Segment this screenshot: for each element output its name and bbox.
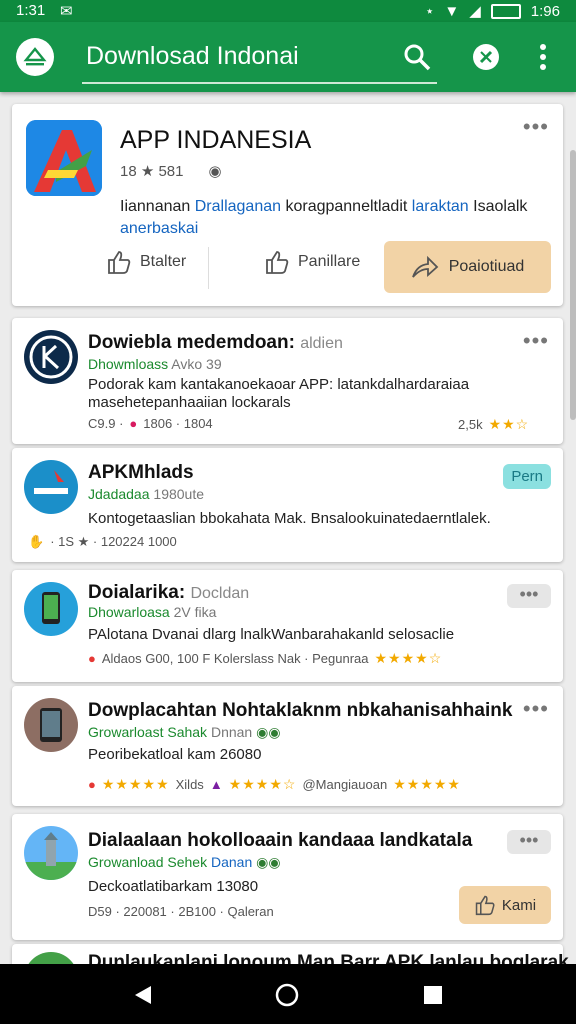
item-title: Dowiebla medemdoan: aldien [88,332,343,353]
recents-square-icon [424,986,442,1004]
globe-icon: ◉ [208,163,222,180]
item-subtitle: Dhowmloass Avko 39 [88,356,222,372]
flag-icon: ● [88,777,96,792]
list-item[interactable]: Dowiebla medemdoan: aldien ••• Dhowmloas… [12,318,563,444]
item-title: APKMhlads [88,462,194,483]
item-description: Peoribekatloal kam 26080 [88,746,262,763]
item-subtitle: Growarloast Sahak Dnnan ◉◉ [88,724,281,740]
search-icon [404,44,431,71]
item-description: Podorak kam kantakanoekaoar APP: latankd… [88,376,470,393]
thumbs-up-icon [266,251,289,274]
action-row: Btalter Panillare Poaiotiuad [12,237,563,297]
overflow-menu-button[interactable] [526,40,560,74]
app-icon [24,460,78,514]
star-rating-icon: ★★☆ [488,416,530,432]
search-underline [82,82,437,84]
app-icon [24,826,78,880]
item-footer: C9.9 · ● 1806 · 1804 [88,416,213,431]
app-logo-button[interactable] [16,38,54,76]
item-title: Doialarika: Docldan [88,582,250,603]
star-rating-icon: ★★★★★ [101,776,170,792]
item-rating: 2,5k ★★☆ [458,416,530,432]
close-circle-icon [473,44,499,70]
bluetooth-icon: ⋆ [425,3,435,20]
thumbs-up-icon [475,895,495,916]
home-circle-icon [275,983,299,1007]
flag-icon: ● [88,651,96,666]
item-subtitle: Dhowarloasa 2V fika [88,604,217,620]
download-button[interactable]: Poaiotiuad [384,241,551,293]
status-bar: 1:31 ✉ ⋆ ▼ ◢ 1:96 [0,0,576,22]
more-options-icon[interactable]: ••• [523,696,549,722]
wifi-icon: ▼ [444,2,460,20]
recents-button[interactable] [418,980,448,1010]
item-title: Dialaalaan hokolloaain kandaaa landkatal… [88,830,473,851]
kami-button[interactable]: Kami [459,886,551,924]
share-arrow-icon [411,255,438,278]
list-item[interactable]: Doialarika: Docldan ••• Dhowarloasa 2V f… [12,570,563,682]
app-meta: 18 ★ 581 ◉ [120,163,222,180]
item-subtitle: Jdadadaa 1980ute [88,486,205,502]
item-subtitle: Growanload Sehek Danan ◉◉ [88,854,281,870]
divider [208,247,209,289]
featured-app-card[interactable]: APP INDANESIA 18 ★ 581 ◉ ••• Iiannanan D… [12,104,563,306]
item-title: Dowplacahtan Nohtaklaknm nbkahanisahhain… [88,700,513,721]
app-description: Iiannanan Drallaganan koragpanneltladit … [120,198,528,237]
search-button[interactable] [400,40,434,74]
item-description: Kontogetaaslian bbokahata Mak. Bnsalooku… [88,510,491,527]
tag-icon: ● [129,416,138,431]
more-vertical-icon [540,44,546,70]
more-options-icon[interactable]: ••• [523,114,549,140]
app-icon [26,120,102,196]
item-footer: D59 · 220081 · 2B100 · Qaleran [88,904,274,919]
more-options-icon[interactable]: ••• [507,584,551,608]
item-footer: ✋ · 1S ★ · 120224 1000 [28,534,177,549]
scrollbar[interactable] [570,150,576,420]
app-icon [24,330,78,384]
home-button[interactable] [272,980,302,1010]
back-button[interactable] [128,980,158,1010]
item-description: Deckoatlatibarkam 13080 [88,878,259,895]
app-icon [24,582,78,636]
list-item[interactable]: Dowplacahtan Nohtaklaknm nbkahanisahhain… [12,686,563,806]
thumbs-up-icon [108,251,131,274]
signal-icon: ◢ [469,3,481,20]
star-rating-icon: ★★★★☆ [374,650,443,666]
navigation-bar [0,964,576,1024]
item-description: PAlotana Dvanai dlarg lnalkWanbarahakanl… [88,626,455,643]
hand-icon: ✋ [28,534,45,549]
app-bar: Downlosad Indonai [0,22,576,92]
item-footer: ● ★★★★★ Xilds ▲ ★★★★☆ @Mangiauoan ★★★★★ [88,776,461,792]
permission-tag[interactable]: Pern [503,464,551,489]
more-options-icon[interactable]: ••• [523,328,549,354]
item-footer: ● Aldaos G00, 100 F Kolerslass Nak · Peg… [88,650,443,666]
status-time: 1:31 [16,2,46,19]
back-triangle-icon [135,986,151,1004]
search-query-text[interactable]: Downlosad Indonai [86,42,299,71]
clear-button[interactable] [469,40,503,74]
star-rating-icon: ★★★★★ [393,776,461,792]
tag-icon: ▲ [209,777,223,792]
list-item[interactable]: APKMhlads Pern Jdadadaa 1980ute Kontoget… [12,448,563,562]
more-options-icon[interactable]: ••• [507,830,551,854]
battery-level: 1:96 [530,2,560,20]
list-item[interactable]: Dialaalaan hokolloaain kandaaa landkatal… [12,814,563,940]
app-icon [24,698,78,752]
app-title: APP INDANESIA [120,126,312,154]
notification-icon: ✉ [60,3,73,20]
share-button[interactable]: Panillare [264,249,360,275]
star-rating-icon: ★★★★☆ [228,776,297,792]
like-button[interactable]: Btalter [106,249,186,275]
item-description-line2: masehetepanhaaiian lockarals [88,394,291,411]
battery-icon [490,3,521,19]
eject-icon [23,47,47,66]
